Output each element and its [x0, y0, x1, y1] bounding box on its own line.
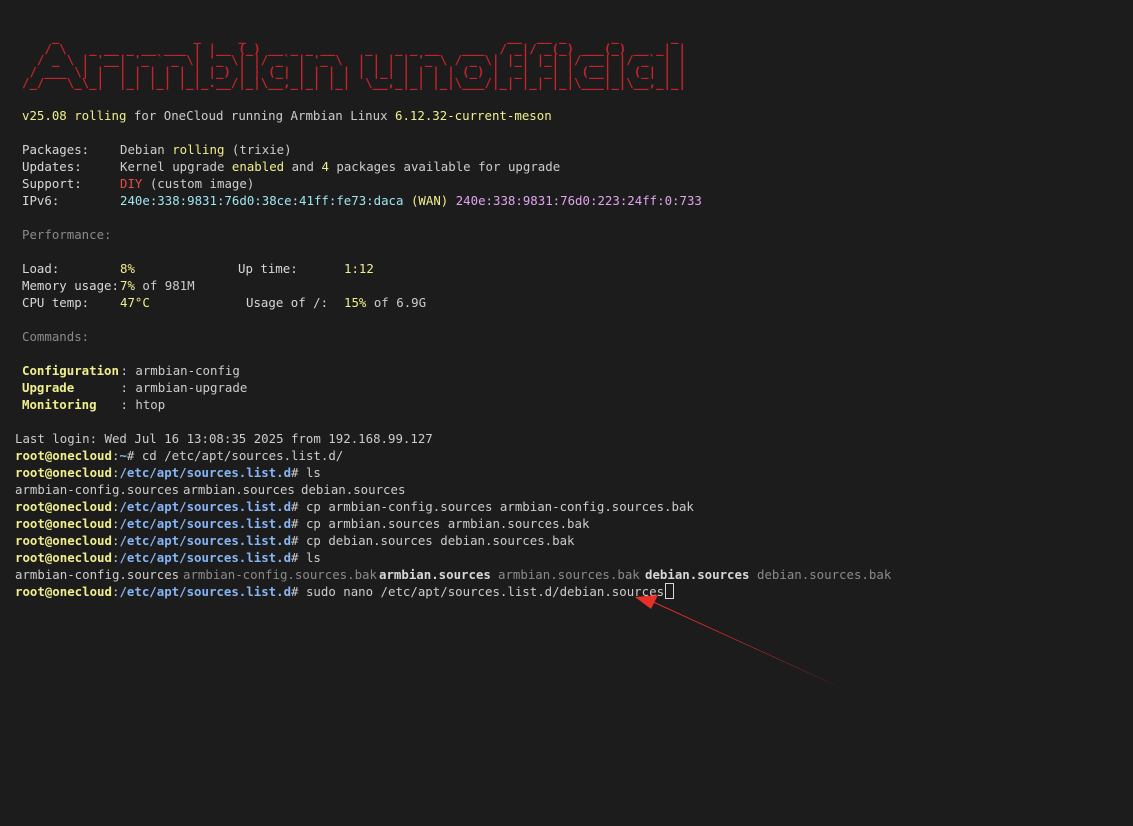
- terminal-window[interactable]: _ _ _ __ __ _ _ _ / \ _ __ _ __ ___ | |_…: [0, 0, 1133, 826]
- arrow-shaft: [648, 599, 846, 690]
- annotation-arrow: [635, 595, 846, 690]
- arrow-head: [635, 595, 658, 609]
